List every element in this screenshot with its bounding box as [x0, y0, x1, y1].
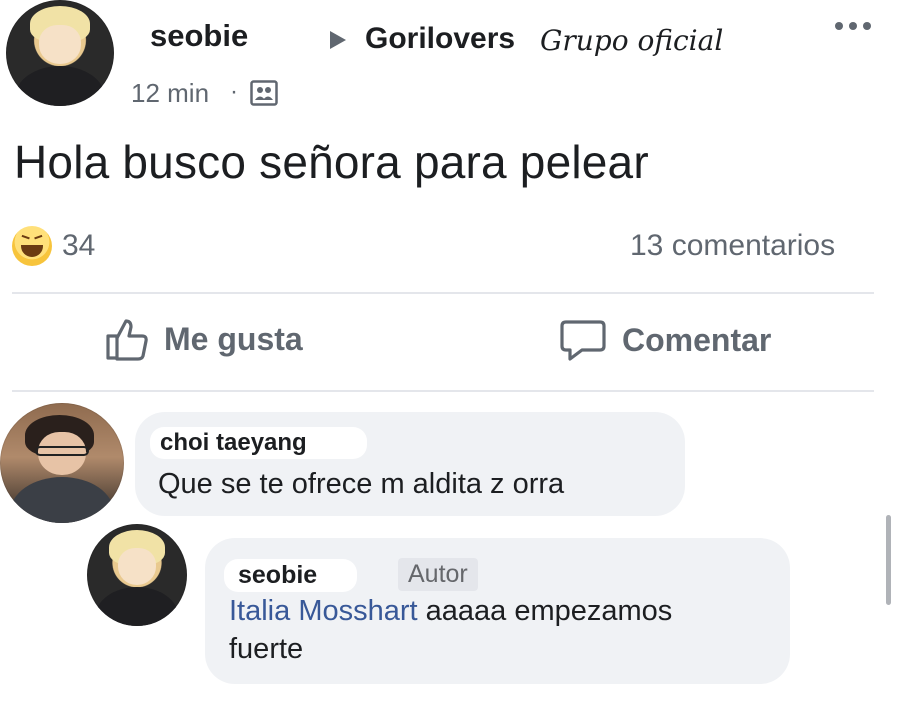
reply-author[interactable]: seobie — [224, 559, 358, 592]
comment-count[interactable]: 13 comentarios — [630, 229, 835, 263]
reaction-count[interactable]: 34 — [62, 229, 95, 263]
avatar-body — [14, 65, 106, 106]
comment-bubble-icon — [560, 320, 606, 361]
post-author-name[interactable]: seobie — [150, 18, 248, 54]
post-timestamp[interactable]: 12 min — [131, 78, 209, 109]
divider-bottom — [12, 390, 874, 392]
menu-dot — [849, 22, 857, 30]
post-author-avatar[interactable] — [6, 0, 114, 106]
mention-link[interactable]: Italia Mosshart — [229, 595, 418, 627]
group-audience-icon — [250, 80, 278, 111]
divider-top — [12, 292, 874, 294]
commenter-avatar[interactable] — [0, 403, 124, 523]
like-label: Me gusta — [164, 320, 303, 357]
post-text: Hola busco señora para pelear — [14, 136, 649, 188]
comment-text: Que se te ofrece m aldita z orra — [158, 468, 565, 500]
comment-label: Comentar — [622, 321, 772, 358]
like-button[interactable]: Me gusta — [104, 316, 303, 362]
avatar-body — [9, 477, 115, 523]
meta-separator: · — [230, 78, 238, 105]
comment-author[interactable]: choi taeyang — [150, 427, 367, 459]
reply-text-line1: aaaaa empezamos — [417, 595, 673, 627]
thumbs-up-icon — [106, 319, 148, 361]
mouth — [21, 245, 43, 257]
avatar-body — [95, 587, 179, 626]
scrollbar[interactable] — [886, 515, 891, 605]
group-name[interactable]: Gorilovers — [365, 22, 515, 56]
reply-text: Italia Mosshart aaaaa empezamos fuerte — [229, 592, 789, 668]
eye-left — [20, 234, 30, 244]
author-badge: Autor — [398, 558, 478, 591]
eye-right — [34, 234, 44, 244]
avatar-face — [39, 25, 81, 64]
menu-dot — [835, 22, 843, 30]
comment-button[interactable]: Comentar — [560, 318, 771, 362]
reply-text-line2: fuerte — [229, 633, 304, 665]
group-suffix: Grupo oficial — [540, 24, 724, 57]
haha-reaction-icon[interactable] — [12, 226, 52, 266]
arrow-right-icon — [330, 31, 346, 49]
avatar-face — [118, 548, 156, 586]
menu-dot — [863, 22, 871, 30]
reply-author-avatar[interactable] — [87, 524, 187, 626]
avatar-glasses — [34, 446, 90, 456]
more-options-icon[interactable] — [835, 22, 871, 30]
